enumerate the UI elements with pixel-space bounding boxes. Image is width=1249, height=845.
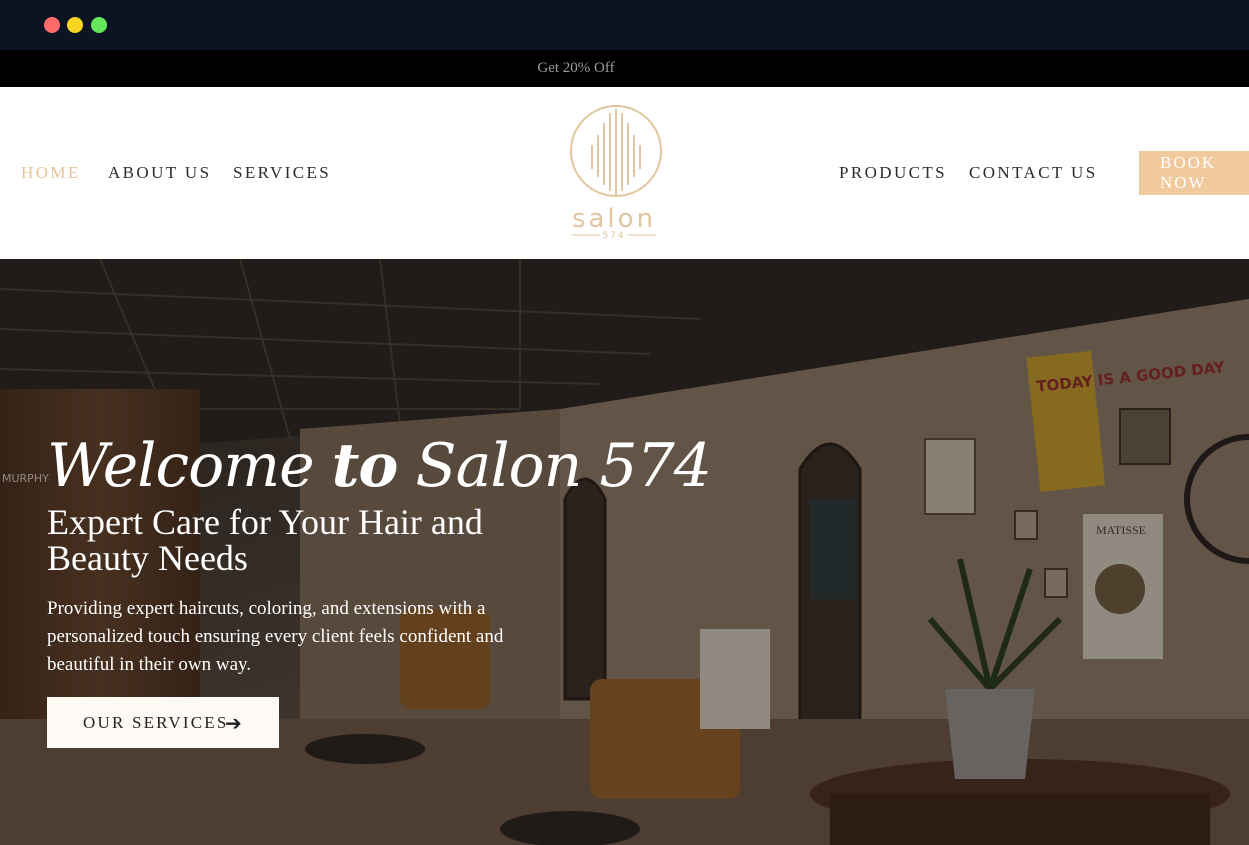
promo-text[interactable]: Get 20% Off (0, 60, 1152, 77)
logo-wordmark: salon (572, 204, 656, 234)
arrow-right-icon: ➔ (225, 711, 244, 735)
hero-section: TODAY IS A GOOD DAY MATISSE MURPHY Welco… (0, 259, 1249, 845)
book-now-button[interactable]: BOOK NOW (1139, 151, 1249, 195)
our-services-button[interactable]: OUR SERVICES ➔ (47, 697, 279, 748)
hero-title-welcome: Welcome (47, 431, 332, 501)
logo-number: 574 (602, 231, 625, 241)
promo-banner: Get 20% Off (0, 50, 1249, 87)
hero-title-salon: Salon 574 (397, 431, 711, 501)
salon-logo[interactable]: salon 574 (566, 105, 666, 245)
nav-home[interactable]: HOME (21, 163, 81, 183)
nav-contact-us[interactable]: CONTACT US (969, 163, 1098, 183)
maximize-window-button[interactable] (91, 17, 107, 33)
hero-description: Providing expert haircuts, coloring, and… (47, 598, 504, 675)
hero-title: Welcome to Salon 574 (47, 431, 712, 501)
hero-title-to: to (331, 431, 399, 501)
hero-subtitle: Expert Care for Your Hair and Beauty Nee… (47, 502, 483, 578)
minimize-window-button[interactable] (67, 17, 83, 33)
nav-services[interactable]: SERVICES (233, 163, 331, 183)
close-window-button[interactable] (44, 17, 60, 33)
nav-about-us[interactable]: ABOUT US (108, 163, 211, 183)
window-titlebar (0, 0, 1249, 50)
our-services-label: OUR SERVICES (83, 712, 229, 732)
nav-products[interactable]: PRODUCTS (839, 163, 947, 183)
site-header: HOME ABOUT US SERVICES PRODUCTS CONTACT … (0, 87, 1249, 259)
